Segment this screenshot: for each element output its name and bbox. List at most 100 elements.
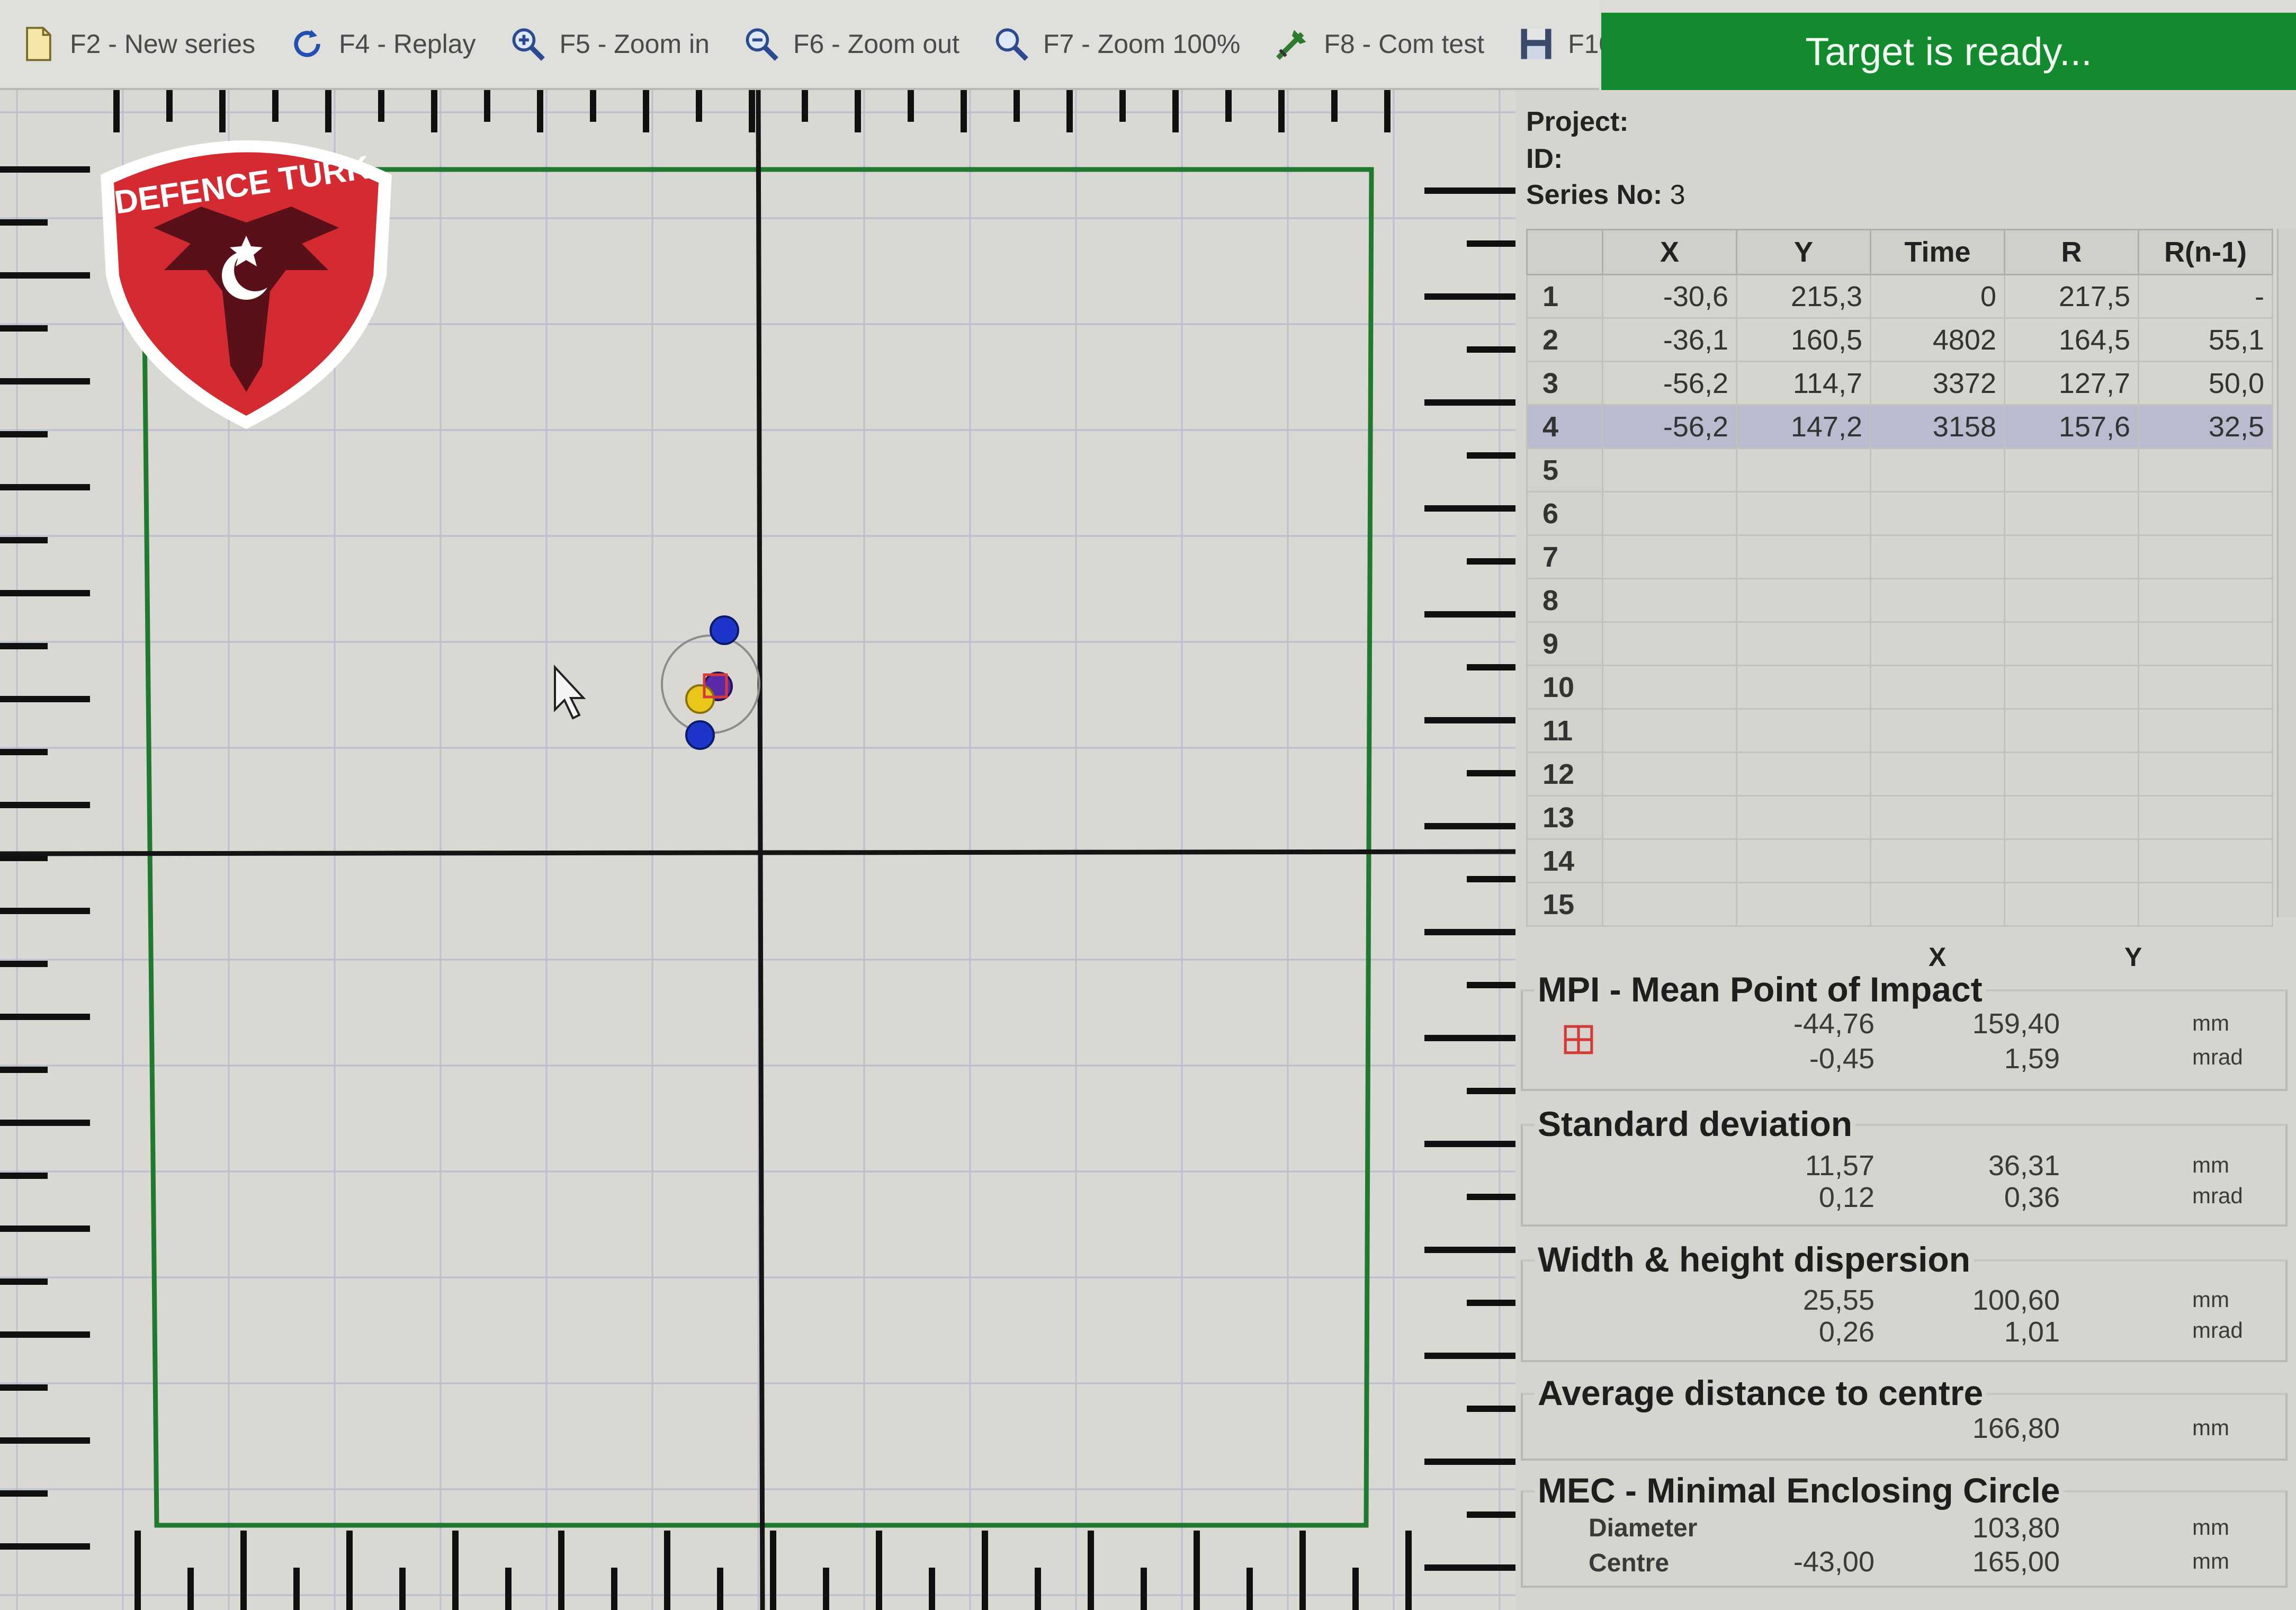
table-cell: 4802 [1870, 317, 2005, 362]
table-cell: 217,5 [2004, 274, 2139, 319]
std-y-mrad: 0,36 [2004, 1182, 2060, 1213]
zoom-100-button[interactable]: F7 - Zoom 100% [977, 12, 1254, 76]
table-cell [1870, 491, 2005, 536]
table-cell [2004, 448, 2139, 493]
table-cell [2004, 795, 2139, 840]
row-number: 12 [1526, 752, 1603, 797]
table-row[interactable]: 6 [1526, 491, 2273, 536]
table-cell: 164,5 [2004, 317, 2139, 362]
table-row[interactable]: 2 -36,1 160,5 4802 164,5 55,1 [1526, 317, 2273, 362]
zoom-100-label: F7 - Zoom 100% [1043, 29, 1241, 59]
shot-marker [710, 615, 739, 645]
row-number: 6 [1526, 491, 1603, 536]
table-cell [1870, 578, 2005, 623]
table-cell [2138, 752, 2273, 797]
project-row: Project: [1526, 106, 1629, 137]
replay-icon [294, 30, 320, 57]
table-cell [2138, 448, 2273, 493]
table-cell: 215,3 [1736, 274, 1871, 319]
table-cell [1736, 882, 1871, 927]
table-cell [1736, 752, 1871, 797]
table-cell [1602, 621, 1737, 666]
table-scrollbar[interactable] [2277, 229, 2296, 917]
mpi-box: MPI - Mean Point of Impact -44,76 159,40… [1521, 969, 2288, 1091]
table-cell [1870, 534, 2005, 579]
table-row[interactable]: 5 [1526, 448, 2273, 493]
com-test-button[interactable]: F8 - Com test [1258, 12, 1498, 76]
mec-centre-unit: mm [2192, 1549, 2229, 1573]
table-cell [2004, 534, 2139, 579]
row-number: 14 [1526, 838, 1603, 883]
avg-distance-mm: 166,80 [1972, 1412, 2060, 1444]
table-row[interactable]: 14 [1526, 838, 2273, 883]
table-row[interactable]: 12 [1526, 752, 2273, 797]
column-header: R [2004, 229, 2139, 275]
mec-diameter-unit: mm [2192, 1515, 2229, 1540]
std-box: Standard deviation 11,57 36,31 mm 0,12 0… [1521, 1104, 2288, 1227]
table-cell [1870, 838, 2005, 883]
disp-mrad-unit: mrad [2192, 1318, 2243, 1343]
table-row[interactable]: 8 [1526, 578, 2273, 623]
table-cell [1602, 708, 1737, 753]
zoom-in-button[interactable]: F5 - Zoom in [494, 12, 723, 76]
new-series-button[interactable]: F2 - New series [4, 12, 269, 76]
disp-y-mrad: 1,01 [2004, 1316, 2060, 1348]
zoom-out-button[interactable]: F6 - Zoom out [728, 12, 973, 76]
table-row[interactable]: 7 [1526, 534, 2273, 579]
table-cell: 32,5 [2138, 404, 2273, 449]
table-cell [2138, 578, 2273, 623]
table-cell [2004, 838, 2139, 883]
table-row[interactable]: 10 [1526, 665, 2273, 710]
disp-mm-unit: mm [2192, 1287, 2229, 1312]
table-cell [1602, 534, 1737, 579]
shots-table[interactable]: X Y Time R R(n-1) 1 -30,6 215,3 0 217,5-2 -36,1 16… [1526, 229, 2273, 927]
table-cell [1602, 665, 1737, 710]
zoom-100-icon [995, 28, 1028, 61]
column-header: Time [1870, 229, 2005, 275]
table-cell: - [2138, 274, 2273, 319]
row-number: 8 [1526, 578, 1603, 623]
table-cell [1736, 838, 1871, 883]
table-cell [1870, 752, 2005, 797]
table-cell [1736, 491, 1871, 536]
table-cell: 114,7 [1736, 361, 1871, 406]
row-number: 9 [1526, 621, 1603, 666]
table-cell [2138, 708, 2273, 753]
table-cell: 50,0 [2138, 361, 2273, 406]
table-cell [1736, 621, 1871, 666]
table-cell: 160,5 [1736, 317, 1871, 362]
table-row[interactable]: 11 [1526, 708, 2273, 753]
table-row[interactable]: 3 -56,2 114,7 3372 127,7 50,0 [1526, 361, 2273, 406]
std-x-mrad: 0,12 [1818, 1182, 1875, 1213]
table-cell [1602, 795, 1737, 840]
std-y-mm: 36,31 [1988, 1150, 2060, 1182]
std-mm-unit: mm [2192, 1152, 2229, 1177]
column-header: Y [1736, 229, 1871, 275]
crosshair-horizontal [0, 849, 1515, 856]
table-cell [2004, 578, 2139, 623]
mpi-y-mm: 159,40 [1972, 1008, 2060, 1040]
table-row[interactable]: 9 [1526, 621, 2273, 666]
table-cell: 147,2 [1736, 404, 1871, 449]
replay-label: F4 - Replay [339, 29, 476, 59]
table-row[interactable]: 4 -56,2 147,2 3158 157,6 32,5 [1526, 404, 2273, 449]
table-cell: 3372 [1870, 361, 2005, 406]
table-cell [1870, 795, 2005, 840]
row-number: 7 [1526, 534, 1603, 579]
row-number: 13 [1526, 795, 1603, 840]
mpi-marker-icon [1564, 1025, 1593, 1054]
replay-button[interactable]: F4 - Replay [273, 12, 489, 76]
mouse-cursor-icon [554, 664, 586, 720]
table-row[interactable]: 15 [1526, 882, 2273, 927]
mpi-title: MPI - Mean Point of Impact [1535, 969, 1986, 1009]
table-row[interactable]: 13 [1526, 795, 2273, 840]
table-cell [1736, 578, 1871, 623]
row-number: 15 [1526, 882, 1603, 927]
status-banner: Target is ready... [1601, 13, 2296, 90]
table-cell [2004, 621, 2139, 666]
table-row[interactable]: 1 -30,6 215,3 0 217,5- [1526, 274, 2273, 319]
row-number: 4 [1526, 404, 1603, 449]
table-cell: 157,6 [2004, 404, 2139, 449]
table-cell [1602, 448, 1737, 493]
table-cell [1602, 882, 1737, 927]
